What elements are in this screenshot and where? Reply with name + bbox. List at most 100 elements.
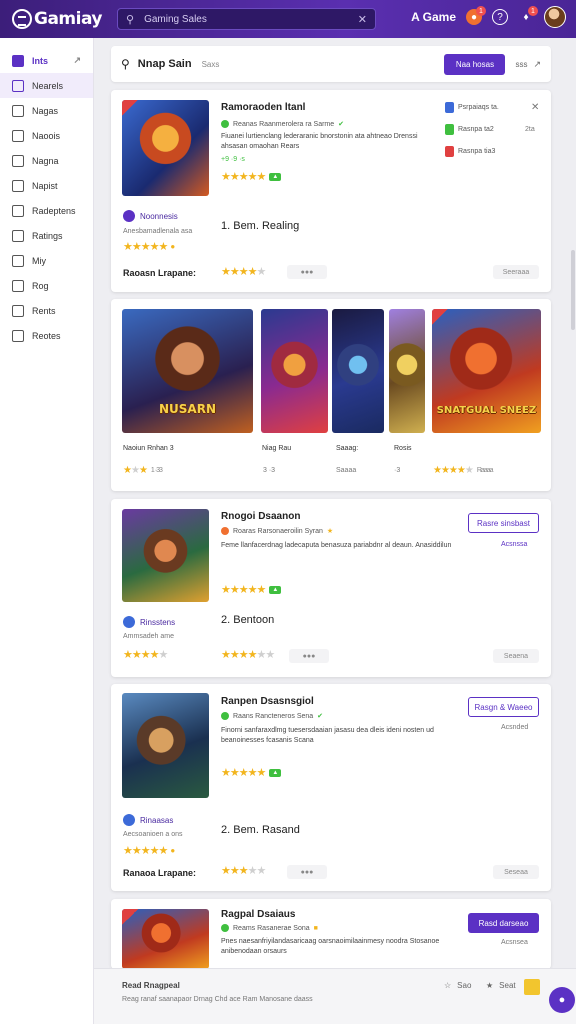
- action-button[interactable]: Rasgn & Waeeo: [468, 697, 539, 717]
- hot-ribbon-icon: [432, 309, 448, 325]
- account-label[interactable]: A Game: [411, 10, 456, 24]
- game-score: +9 ·9 ·s: [221, 156, 245, 163]
- sidebar-item-label: Nearels: [32, 80, 64, 91]
- rating-badge: ▲: [269, 172, 282, 181]
- gallery-thumb-3[interactable]: [332, 309, 384, 433]
- platform-2[interactable]: Rasnpa ta2: [445, 124, 494, 135]
- game-meta: Roaras Rarsonaeroilin Syran ★: [221, 527, 333, 535]
- status-dot: [221, 120, 229, 128]
- game-thumbnail[interactable]: [122, 693, 209, 798]
- sidebar-item-label: Reotes: [32, 330, 61, 341]
- game-thumbnail[interactable]: [122, 509, 209, 602]
- ranking-label: Ranaoa Lrapane:: [123, 868, 197, 878]
- avatar[interactable]: [544, 6, 566, 28]
- gallery-art-label: NUSARN: [159, 401, 216, 416]
- developer-name: Rinaasas: [140, 815, 174, 825]
- collapse-icon[interactable]: ↗: [533, 59, 541, 70]
- score-chip[interactable]: ●●●: [287, 265, 327, 279]
- footer-title: Read Rnagpeal: [122, 981, 180, 990]
- gallery-caption: Rosis: [394, 445, 412, 452]
- toolbar-title: Nnap Sain: [137, 58, 192, 70]
- ranking-label: Raoasn Lrapane:: [123, 268, 197, 278]
- search-icon[interactable]: ⚲: [121, 57, 130, 71]
- gallery-score: Raaaa: [476, 467, 494, 474]
- tag-chip[interactable]: Seeraaa: [493, 265, 539, 279]
- gallery-thumb-4[interactable]: [389, 309, 425, 433]
- game-card-1[interactable]: Ramoraoden ltanl Reanas Raanmerolera ra …: [111, 90, 551, 292]
- game-title[interactable]: Ragpal Dsaiaus: [221, 909, 295, 920]
- sidebar-item-miy[interactable]: Miy: [0, 248, 93, 273]
- gallery-thumb-5[interactable]: SNATGUAL SNEEZ: [432, 309, 541, 433]
- rank-label: 2. Bem. Rasand: [221, 824, 300, 836]
- sidebar-item-label: Napist: [32, 180, 58, 191]
- action-sub[interactable]: Acsnded: [501, 724, 528, 731]
- game-card-2[interactable]: Rnogoi Dsaanon Roaras Rarsonaeroilin Syr…: [111, 499, 551, 677]
- score-chip[interactable]: ●●●: [287, 865, 327, 879]
- sidebar-item-napist[interactable]: Napist: [0, 173, 93, 198]
- more-label[interactable]: sss: [515, 60, 527, 69]
- game-thumbnail[interactable]: [122, 909, 209, 969]
- sidebar-item-radeptens[interactable]: Radeptens: [0, 198, 93, 223]
- sidebar-item-nagna[interactable]: Nagna: [0, 148, 93, 173]
- sidebar-item-reotes[interactable]: Reotes: [0, 323, 93, 348]
- gallery-card: NUSARN SNATGUAL SNEEZ Naoiun Rnhan 3 Nia…: [111, 299, 551, 491]
- footer-link-2[interactable]: ★ Seat: [486, 981, 516, 990]
- scrollbar-thumb[interactable]: [571, 250, 575, 330]
- game-thumbnail[interactable]: [122, 100, 209, 196]
- sidebar-item-nearels[interactable]: Nearels: [0, 73, 93, 98]
- close-icon[interactable]: ✕: [531, 102, 539, 113]
- gallery-thumb-1[interactable]: NUSARN: [122, 309, 253, 433]
- game-card-4[interactable]: Ragpal Dsaiaus Reams Rasanerae Sona ■ Pne…: [111, 899, 551, 969]
- platform-1[interactable]: Psrpaiaqs ta.: [445, 102, 499, 113]
- sidebar-item-rents[interactable]: Rents: [0, 298, 93, 323]
- sidebar-item-home[interactable]: Ints ↗: [0, 48, 93, 73]
- game-title[interactable]: Ramoraoden ltanl: [221, 102, 305, 113]
- chat-fab-icon[interactable]: ●: [549, 987, 575, 1013]
- action-button[interactable]: Rasre sinsbast: [468, 513, 539, 533]
- game-description: Finorni sanfaraxdlmg tuesersdaaian jasas…: [221, 727, 434, 744]
- gallery-score: Saaaa: [336, 467, 357, 474]
- footer-link-1[interactable]: ☆ Sao: [444, 981, 471, 990]
- sidebar-item-nagas[interactable]: Nagas: [0, 98, 93, 123]
- sidebar-item-label: Nagas: [32, 105, 59, 116]
- developer[interactable]: Noonnesis: [123, 210, 178, 222]
- developer-icon: [123, 814, 135, 826]
- sidebar-item-label: Rents: [32, 305, 56, 316]
- clear-icon[interactable]: ✕: [358, 13, 367, 26]
- yellow-action-icon[interactable]: [524, 979, 540, 995]
- action-sub[interactable]: Acsnsea: [501, 939, 528, 946]
- platform-icon: [445, 102, 454, 113]
- gallery-score: ·3: [394, 467, 401, 474]
- star-icon: ★: [486, 981, 494, 990]
- sidebar-item-ratings[interactable]: Ratings: [0, 223, 93, 248]
- primary-button[interactable]: Naa hosas: [444, 53, 506, 75]
- search-bar[interactable]: ⚲ ✕: [117, 8, 376, 30]
- game-title[interactable]: Rnogoi Dsaanon: [221, 511, 300, 522]
- tag-chip[interactable]: Seaena: [493, 649, 539, 663]
- sidebar-item-naoois[interactable]: Naoois: [0, 123, 93, 148]
- pin-icon[interactable]: ↗: [73, 55, 81, 66]
- rating-stars: ★★★★★ ●: [123, 845, 175, 857]
- platform-label: Rasnpa tia3: [458, 148, 496, 155]
- rent-icon: [12, 304, 24, 317]
- sidebar-item-rog[interactable]: Rog: [0, 273, 93, 298]
- help-icon[interactable]: ?: [492, 9, 508, 25]
- score-chip[interactable]: ●●●: [289, 649, 329, 663]
- platform-3[interactable]: Rasnpa tia3: [445, 146, 495, 157]
- hot-ribbon-icon: [122, 909, 138, 925]
- developer[interactable]: Rinsstens: [123, 616, 175, 628]
- coins-icon[interactable]: ● 1: [466, 6, 486, 25]
- app-logo[interactable]: Gamiay: [12, 9, 103, 29]
- sidebar-item-label: Naoois: [32, 130, 61, 141]
- gallery-thumb-2[interactable]: [261, 309, 328, 433]
- game-card-3[interactable]: Ranpen Dsasnsgiol Raans Rancteneros Sena…: [111, 684, 551, 891]
- game-title[interactable]: Ranpen Dsasnsgiol: [221, 696, 314, 707]
- sidebar: Ints ↗ Nearels Nagas Naoois Nagna Napist…: [0, 38, 94, 1024]
- action-button[interactable]: Rasd darseao: [468, 913, 539, 933]
- search-input[interactable]: [144, 13, 358, 25]
- developer[interactable]: Rinaasas: [123, 814, 173, 826]
- action-sub[interactable]: Acsnssa: [501, 541, 527, 548]
- tag-chip[interactable]: Seseaa: [493, 865, 539, 879]
- chart-icon: [12, 229, 24, 242]
- bell-icon[interactable]: ♦ 1: [518, 6, 538, 25]
